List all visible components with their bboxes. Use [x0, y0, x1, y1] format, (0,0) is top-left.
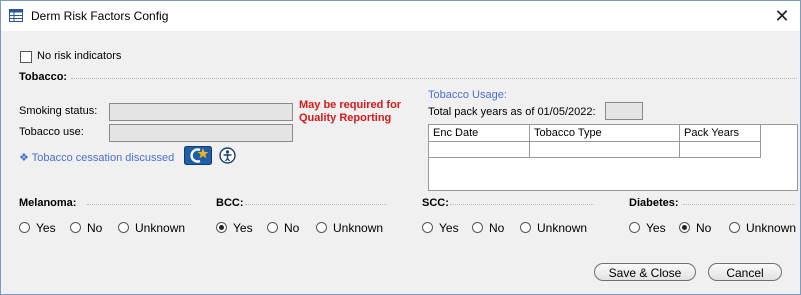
bcc-yes-radio[interactable]: [216, 222, 227, 233]
scc-unknown-label: Unknown: [537, 221, 588, 235]
melanoma-unknown-radio[interactable]: [118, 222, 129, 233]
grid-cell[interactable]: [680, 142, 761, 158]
melanoma-no-radio[interactable]: [70, 222, 81, 233]
bcc-no-label: No: [284, 221, 300, 235]
no-risk-label: No risk indicators: [37, 50, 122, 62]
diabetes-unknown-label: Unknown: [746, 221, 797, 235]
bcc-unknown-label: Unknown: [333, 221, 384, 235]
tobacco-divider: [71, 78, 797, 79]
melanoma-yes-label: Yes: [36, 221, 56, 235]
bcc-divider: [245, 204, 387, 205]
pack-years-label: Total pack years as of 01/05/2022:: [428, 106, 596, 118]
table-icon: [9, 9, 23, 22]
scc-yes-label: Yes: [439, 221, 459, 235]
tobacco-use-field[interactable]: [109, 124, 293, 142]
dialog-window: Derm Risk Factors Config ✕ No risk indic…: [0, 0, 801, 295]
cessation-link-label: Tobacco cessation discussed: [31, 152, 175, 164]
window-title: Derm Risk Factors Config: [31, 9, 169, 23]
diabetes-no-label: No: [696, 221, 712, 235]
melanoma-yes-radio[interactable]: [19, 222, 30, 233]
tobacco-usage-title: Tobacco Usage:: [428, 89, 507, 101]
grid-header-tobacco-type[interactable]: Tobacco Type: [530, 125, 680, 142]
save-close-button[interactable]: Save & Close: [594, 263, 696, 281]
title-bar: Derm Risk Factors Config ✕: [1, 1, 800, 31]
scc-no-label: No: [489, 221, 505, 235]
grid-cell[interactable]: [530, 142, 680, 158]
cancel-button[interactable]: Cancel: [708, 263, 782, 281]
tobacco-usage-grid[interactable]: Enc Date Tobacco Type Pack Years: [428, 124, 798, 191]
diamond-bullet-icon: ❖: [19, 152, 29, 164]
melanoma-divider: [87, 204, 191, 205]
warning-line-1: May be required for: [299, 99, 402, 111]
tobacco-use-label: Tobacco use:: [19, 126, 84, 138]
smoking-status-field[interactable]: [109, 103, 293, 121]
melanoma-no-label: No: [87, 221, 103, 235]
close-icon[interactable]: ✕: [768, 3, 796, 29]
pack-years-field[interactable]: [605, 102, 643, 120]
scc-label: SCC:: [422, 197, 449, 209]
grid-header-pack-years[interactable]: Pack Years: [680, 125, 761, 142]
scc-yes-radio[interactable]: [422, 222, 433, 233]
no-risk-checkbox[interactable]: [20, 51, 32, 63]
warning-line-2: Quality Reporting: [299, 112, 392, 124]
grid-cell[interactable]: [429, 142, 530, 158]
grid-header-enc-date[interactable]: Enc Date: [429, 125, 530, 142]
smoking-status-label: Smoking status:: [19, 105, 98, 117]
diabetes-divider: [683, 204, 795, 205]
diabetes-label: Diabetes:: [629, 197, 679, 209]
info-person-icon[interactable]: [219, 147, 236, 164]
diabetes-yes-label: Yes: [646, 221, 666, 235]
cessation-link[interactable]: ❖ Tobacco cessation discussed: [19, 151, 174, 164]
melanoma-label: Melanoma:: [19, 197, 77, 209]
scc-no-radio[interactable]: [472, 222, 483, 233]
quality-reporting-warning: May be required for Quality Reporting: [299, 99, 401, 125]
diabetes-unknown-radio[interactable]: [729, 222, 740, 233]
bcc-yes-label: Yes: [233, 221, 253, 235]
bcc-label: BCC:: [216, 197, 244, 209]
tobacco-section-title: Tobacco:: [19, 71, 68, 83]
scc-divider: [450, 204, 594, 205]
scc-unknown-radio[interactable]: [520, 222, 531, 233]
melanoma-unknown-label: Unknown: [135, 221, 186, 235]
bcc-no-radio[interactable]: [267, 222, 278, 233]
diabetes-no-radio[interactable]: [679, 222, 690, 233]
diabetes-yes-radio[interactable]: [629, 222, 640, 233]
cessation-icon[interactable]: [184, 146, 212, 165]
bcc-unknown-radio[interactable]: [316, 222, 327, 233]
